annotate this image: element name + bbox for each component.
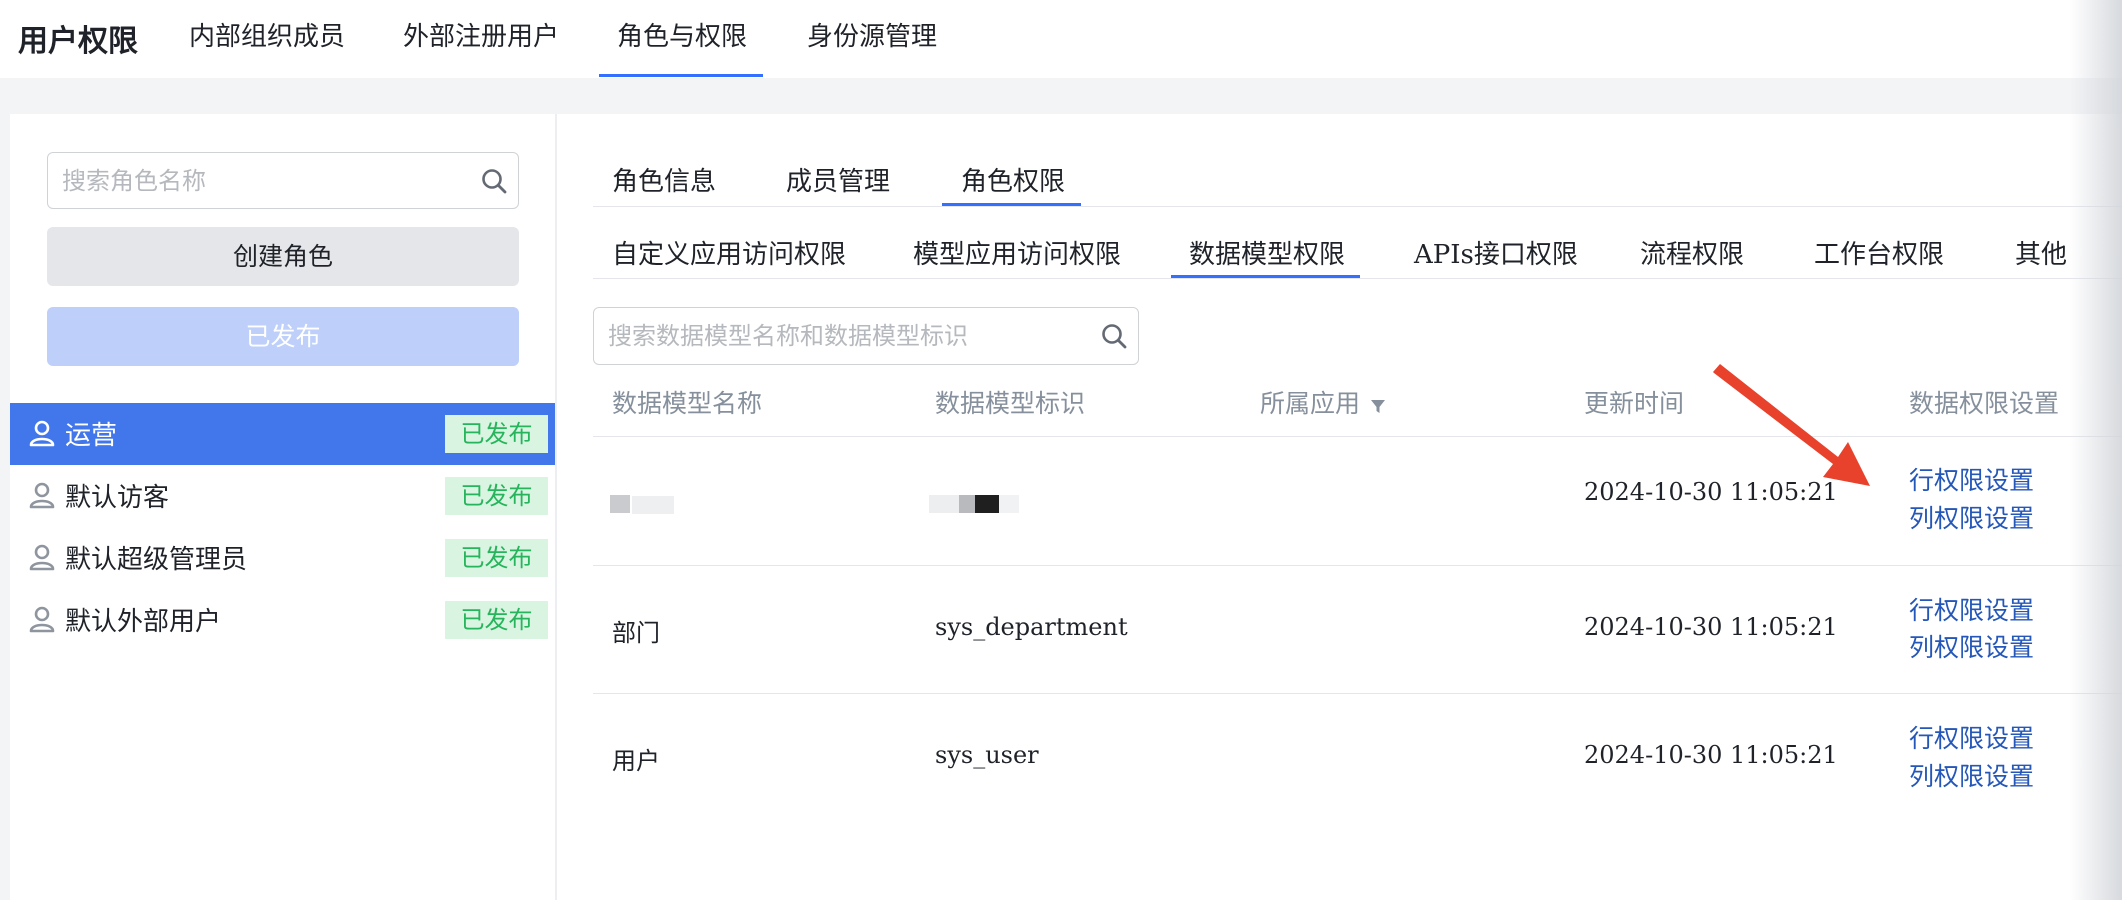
cell-identifier: sys_department bbox=[935, 613, 1128, 641]
tab-data-model-permissions[interactable]: 数据模型权限 bbox=[1189, 234, 1345, 271]
divider bbox=[593, 278, 2122, 279]
column-header-data-permission: 数据权限设置 bbox=[1909, 389, 2060, 418]
status-badge: 已发布 bbox=[445, 415, 548, 453]
role-sidebar: 创建角色 已发布 运营 已发布 默认访客 已发布 默认超级管理员 已发布 默认外… bbox=[10, 114, 555, 900]
cell-updated: 2024-10-30 11:05:21 bbox=[1584, 741, 1838, 769]
tab-identity-source[interactable]: 身份源管理 bbox=[807, 16, 937, 53]
divider bbox=[593, 206, 2122, 207]
redacted-block bbox=[610, 495, 630, 513]
role-label: 默认外部用户 bbox=[65, 607, 222, 637]
redacted-block bbox=[999, 495, 1019, 513]
column-header-app[interactable]: 所属应用 bbox=[1260, 384, 1386, 420]
row-permission-link[interactable]: 行权限设置 bbox=[1909, 591, 2034, 627]
column-header-updated: 更新时间 bbox=[1584, 389, 1685, 418]
role-search-input[interactable] bbox=[62, 163, 462, 199]
app-title: 用户权限 bbox=[18, 24, 138, 59]
role-item-operations[interactable]: 运营 已发布 bbox=[10, 403, 555, 465]
divider bbox=[593, 693, 2122, 694]
redacted-block bbox=[929, 495, 959, 513]
column-permission-link[interactable]: 列权限设置 bbox=[1909, 499, 2034, 535]
redacted-block bbox=[959, 495, 975, 513]
role-label: 默认超级管理员 bbox=[65, 545, 248, 575]
tab-other[interactable]: 其他 bbox=[2015, 234, 2067, 271]
annotation-arrow-icon bbox=[1713, 364, 1870, 486]
column-header-app-label: 所属应用 bbox=[1260, 389, 1361, 418]
divider bbox=[593, 565, 2122, 566]
column-header-name: 数据模型名称 bbox=[612, 389, 763, 418]
role-label: 默认访客 bbox=[65, 483, 170, 513]
cell-name: 部门 bbox=[612, 619, 660, 647]
row-permission-link[interactable]: 行权限设置 bbox=[1909, 461, 2034, 497]
search-icon[interactable] bbox=[1100, 322, 1128, 350]
role-search-box bbox=[47, 152, 519, 209]
tab-process-permissions[interactable]: 流程权限 bbox=[1640, 234, 1744, 271]
status-badge: 已发布 bbox=[445, 601, 548, 639]
cell-name: 用户 bbox=[612, 747, 660, 775]
row-permission-link[interactable]: 行权限设置 bbox=[1909, 719, 2034, 755]
column-permission-link[interactable]: 列权限设置 bbox=[1909, 757, 2034, 793]
data-model-search-input[interactable] bbox=[608, 318, 1078, 354]
tab-internal-members[interactable]: 内部组织成员 bbox=[189, 16, 345, 53]
tab-roles-permissions[interactable]: 角色与权限 bbox=[617, 16, 747, 53]
tab-member-management[interactable]: 成员管理 bbox=[786, 161, 890, 198]
column-permission-link[interactable]: 列权限设置 bbox=[1909, 628, 2034, 664]
user-icon bbox=[29, 482, 55, 509]
tab-external-users[interactable]: 外部注册用户 bbox=[403, 16, 559, 53]
role-item-default-guest[interactable]: 默认访客 已发布 bbox=[10, 465, 555, 527]
active-tab-indicator bbox=[599, 74, 763, 77]
tab-custom-app-access[interactable]: 自定义应用访问权限 bbox=[612, 234, 846, 271]
tab-api-permissions[interactable]: APIs接口权限 bbox=[1414, 234, 1578, 271]
status-badge: 已发布 bbox=[445, 477, 548, 515]
user-icon bbox=[29, 606, 55, 633]
role-item-default-super-admin[interactable]: 默认超级管理员 已发布 bbox=[10, 527, 555, 589]
role-detail-panel: 角色信息 成员管理 角色权限 自定义应用访问权限 模型应用访问权限 数据模型权限… bbox=[557, 114, 2122, 900]
tab-workbench-permissions[interactable]: 工作台权限 bbox=[1814, 234, 1944, 271]
status-badge: 已发布 bbox=[445, 539, 548, 577]
tab-model-app-access[interactable]: 模型应用访问权限 bbox=[913, 234, 1121, 271]
create-role-button[interactable]: 创建角色 bbox=[47, 227, 519, 286]
cell-identifier: sys_user bbox=[935, 741, 1039, 769]
top-navigation-bar: 用户权限 内部组织成员 外部注册用户 角色与权限 身份源管理 bbox=[0, 0, 2122, 78]
tab-role-info[interactable]: 角色信息 bbox=[612, 161, 716, 198]
cell-updated: 2024-10-30 11:05:21 bbox=[1584, 613, 1838, 641]
user-icon bbox=[29, 420, 55, 447]
tab-role-permissions[interactable]: 角色权限 bbox=[961, 161, 1065, 198]
role-label: 运营 bbox=[65, 421, 118, 451]
redacted-block bbox=[632, 496, 674, 514]
data-model-search-box bbox=[593, 307, 1139, 365]
role-item-default-external-user[interactable]: 默认外部用户 已发布 bbox=[10, 589, 555, 651]
divider bbox=[593, 436, 2122, 437]
published-button[interactable]: 已发布 bbox=[47, 307, 519, 366]
column-header-identifier: 数据模型标识 bbox=[935, 389, 1086, 418]
redacted-block bbox=[975, 495, 999, 513]
filter-icon[interactable] bbox=[1370, 398, 1386, 414]
user-icon bbox=[29, 544, 55, 571]
search-icon[interactable] bbox=[480, 167, 508, 195]
